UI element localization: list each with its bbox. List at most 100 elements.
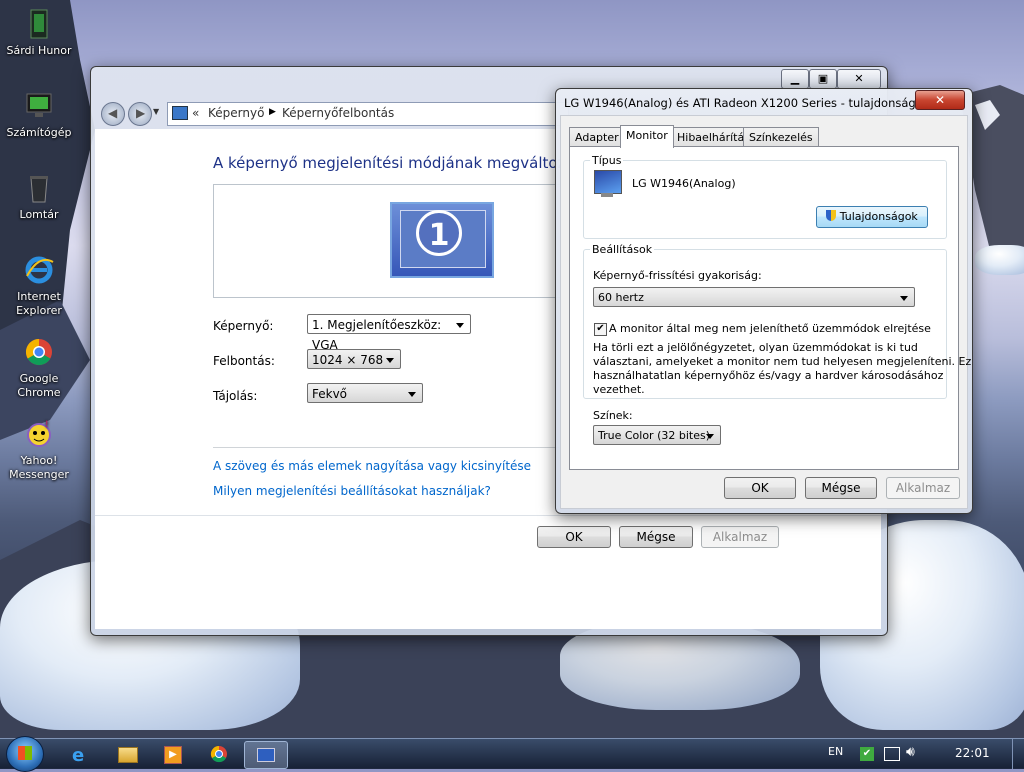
monitor-1-tile[interactable]: 1 [390,202,494,278]
display-settings-icon [257,748,275,762]
tab-label: Monitor [626,129,668,142]
orientation-select[interactable]: Fekvő [307,383,423,403]
hide-modes-label[interactable]: A monitor által meg nem jeleníthető üzem… [609,322,931,335]
taskbar-internet-explorer[interactable]: e [60,741,100,767]
chrome-icon [210,745,227,763]
network-icon[interactable] [884,747,900,761]
dialog-ok-button[interactable]: OK [724,477,796,499]
monitor-properties-button[interactable]: Tulajdonságok [816,206,928,228]
chevron-down-icon [408,392,416,397]
uac-shield-icon [826,210,837,221]
cancel-button[interactable]: Mégse [619,526,693,548]
warning-line: használhatatlan képernyőhöz és/vagy a ha… [593,369,944,382]
user-folder-icon [23,8,55,40]
yahoo-messenger-icon: ! [23,418,55,450]
orientation-label: Tájolás: [213,389,258,403]
back-arrow-icon: ◀ [108,106,118,120]
internet-explorer-icon: e [72,745,85,766]
monitor-number-badge: 1 [416,210,462,256]
tab-adapter[interactable]: Adapter [569,127,625,147]
taskbar-display-settings[interactable] [244,741,288,769]
computer-icon [23,90,55,122]
tab-panel: Típus LG W1946(Analog) Tulajdonságok Beá… [569,146,972,470]
windows-logo-icon [18,746,32,760]
desktop-icon-label: Yahoo! Messenger [9,454,69,481]
checkmark-icon: ✔ [596,323,605,334]
desktop-icon-label: Internet Explorer [16,290,62,317]
display-settings-help-link[interactable]: Milyen megjelenítési beállításokat haszn… [213,484,491,498]
close-icon: ✕ [934,93,946,107]
start-button[interactable] [6,736,44,772]
language-indicator[interactable]: EN [828,745,843,758]
folder-icon [118,747,138,763]
hide-modes-checkbox[interactable]: ✔ [594,323,607,336]
display-select[interactable]: 1. Megjelenítőeszköz: VGA [307,314,471,352]
apply-button[interactable]: Alkalmaz [701,526,779,548]
show-desktop-button[interactable] [1012,739,1024,769]
display-select-value: 1. Megjelenítőeszköz: VGA [312,318,442,352]
tab-monitor[interactable]: Monitor [620,125,674,148]
refresh-rate-label: Képernyő-frissítési gyakoriság: [593,269,762,282]
taskbar-media-player[interactable]: ▶ [152,741,192,767]
type-group-title: Típus [590,154,624,167]
chevron-down-icon [386,358,394,363]
monitor-name: LG W1946(Analog) [632,177,736,190]
warning-line: Ha törli ezt a jelölőnégyzetet, olyan üz… [593,341,918,354]
warning-line: választani, amelyeket a monitor nem tud … [593,355,972,368]
desktop-icon-internet-explorer[interactable]: Internet Explorer [0,254,78,318]
volume-icon[interactable]: 🔊︎ [906,744,915,760]
refresh-rate-select[interactable]: 60 hertz [593,287,915,307]
chevron-down-icon [706,434,714,439]
resolution-select[interactable]: 1024 × 768 [307,349,401,369]
breadcrumb-item-display[interactable]: Képernyő [208,106,264,120]
minimize-button[interactable]: ▁ [781,69,809,89]
close-button[interactable]: ✕ [837,69,881,89]
close-icon: ✕ [854,72,864,85]
breadcrumb-separator: « [192,106,200,120]
monitor-icon [594,170,622,194]
recent-pages-icon[interactable]: ▼ [153,107,159,116]
svg-text:!: ! [45,420,49,430]
orientation-select-value: Fekvő [312,387,348,401]
monitor-properties-button-label: Tulajdonságok [839,210,918,223]
back-button[interactable]: ◀ [101,102,125,126]
dialog-cancel-button[interactable]: Mégse [805,477,877,499]
colors-select-value: True Color (32 bites) [598,429,711,442]
monitor-stand-icon [601,193,613,197]
resolution-label: Felbontás: [213,354,275,368]
chevron-down-icon [456,323,464,328]
chrome-icon [23,336,55,368]
desktop-icon-recycle-bin[interactable]: Lomtár [0,172,78,222]
taskbar-chrome[interactable] [198,741,238,767]
iceberg [975,245,1024,275]
monitor-number: 1 [428,218,450,253]
tab-label: Hibaelhárítás [677,131,750,144]
warning-line: vezethet. [593,383,645,396]
desktop-icon-user[interactable]: Sárdi Hunor [0,8,78,58]
maximize-button[interactable]: ▣ [809,69,837,89]
dialog-title: LG W1946(Analog) és ATI Radeon X1200 Ser… [564,96,930,110]
breadcrumb-item-resolution[interactable]: Képernyőfelbontás [282,106,394,120]
control-panel-icon [172,106,188,120]
desktop-icon-yahoo-messenger[interactable]: ! Yahoo! Messenger [0,418,78,482]
desktop-icon-computer[interactable]: Számítógép [0,90,78,140]
desktop-icon-label: Lomtár [19,208,59,221]
taskbar: e ▶ EN ✔ 🔊︎ 22:01 [0,736,1024,772]
ok-button[interactable]: OK [537,526,611,548]
forward-arrow-icon: ▶ [136,106,146,120]
colors-select[interactable]: True Color (32 bites) [593,425,721,445]
address-bar[interactable]: « Képernyő ▶ Képernyőfelbontás [167,102,569,126]
desktop-icon-label: Google Chrome [17,372,61,399]
minimize-icon: ▁ [790,72,800,85]
tab-label: Színkezelés [749,131,813,144]
clock[interactable]: 22:01 [955,746,990,760]
text-size-link[interactable]: A szöveg és más elemek nagyítása vagy ki… [213,459,531,473]
taskbar-explorer[interactable] [106,741,146,767]
action-center-icon[interactable]: ✔ [860,747,874,761]
tab-color-management[interactable]: Színkezelés [743,127,819,147]
dialog-close-button[interactable]: ✕ [915,90,965,110]
dialog-apply-button[interactable]: Alkalmaz [886,477,960,499]
monitor-preview-panel: 1 [213,184,561,298]
forward-button[interactable]: ▶ [128,102,152,126]
desktop-icon-chrome[interactable]: Google Chrome [0,336,78,400]
